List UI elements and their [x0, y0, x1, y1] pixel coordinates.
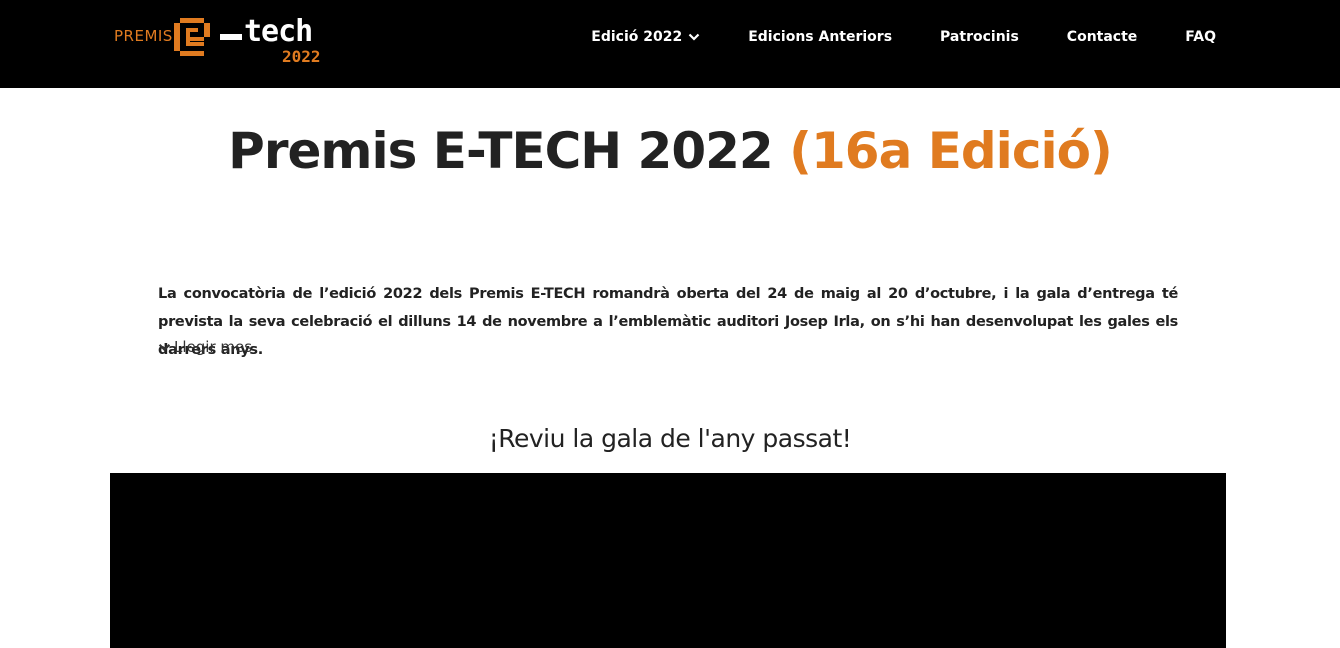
nav-item-label: FAQ — [1185, 29, 1216, 45]
nav-item-contacte[interactable]: Contacte — [1067, 29, 1138, 45]
chevron-down-icon — [158, 343, 171, 351]
nav-item-edicions-anteriors[interactable]: Edicions Anteriors — [748, 29, 892, 45]
logo-year: 2022 — [282, 47, 321, 66]
page-title-edition: (16a Edició) — [789, 122, 1113, 180]
logo-prefix: PREMIS — [114, 27, 173, 45]
logo-word: tech — [244, 14, 313, 49]
nav-item-faq[interactable]: FAQ — [1185, 29, 1216, 45]
intro-text: La convocatòria de l’edició 2022 dels Pr… — [158, 286, 1178, 358]
chevron-down-icon — [688, 33, 700, 41]
main-nav: Edició 2022 Edicions Anteriors Patrocini… — [591, 29, 1216, 45]
read-more-link[interactable]: Llegir mes — [158, 338, 252, 356]
video-player[interactable] — [110, 473, 1226, 648]
logo-e-icon — [174, 18, 210, 56]
nav-item-label: Patrocinis — [940, 29, 1019, 45]
site-logo[interactable]: PREMIS tech 2022 — [114, 14, 334, 68]
nav-item-edicio-2022[interactable]: Edició 2022 — [591, 29, 700, 45]
page-title-main: Premis E-TECH 2022 — [228, 122, 774, 180]
nav-item-label: Edicions Anteriors — [748, 29, 893, 45]
read-more-label: Llegir mes — [174, 338, 253, 356]
site-header: PREMIS tech 2022 Edició 2022 Edicions An… — [0, 0, 1340, 88]
section-subtitle: ¡Reviu la gala de l'any passat! — [488, 424, 852, 453]
nav-item-patrocinis[interactable]: Patrocinis — [940, 29, 1019, 45]
nav-item-label: Edició 2022 — [591, 29, 683, 45]
logo-dash — [220, 34, 242, 40]
nav-item-label: Contacte — [1066, 29, 1138, 45]
page-title: Premis E-TECH 2022 (16a Edició) — [0, 122, 1340, 180]
